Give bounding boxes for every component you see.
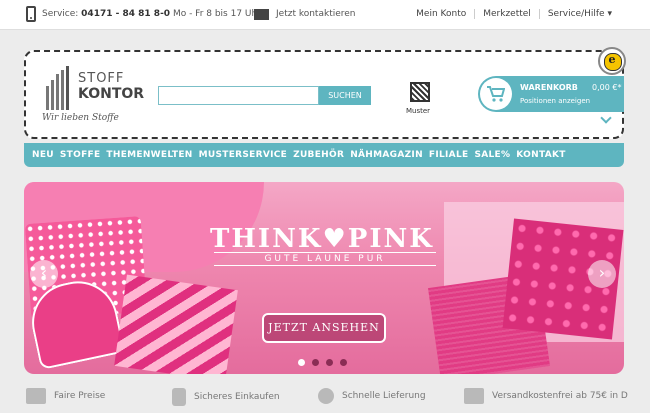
chevron-down-icon: ▾ <box>607 9 612 19</box>
wishlist-link[interactable]: Merkzettel <box>474 9 539 19</box>
banner-title-left: THINK <box>210 224 323 254</box>
service-hours: Mo - Fr 8 bis 17 Uhr <box>172 9 261 19</box>
slider-dot[interactable] <box>326 359 333 366</box>
banner-title: THINK♥PINK <box>210 224 434 254</box>
nav-item-neu[interactable]: NEU <box>32 150 54 160</box>
nav-item-themenwelten[interactable]: THEMENWELTEN <box>106 150 192 160</box>
trusted-shops-seal-icon[interactable]: e <box>598 47 626 75</box>
cart-icon <box>480 78 512 110</box>
service-help-menu[interactable]: Service/Hilfe ▾ <box>538 9 620 19</box>
shop-now-button[interactable]: JETZT ANSEHEN <box>262 313 386 343</box>
logo-icon[interactable] <box>46 66 76 110</box>
top-bar: Service: 04171 - 84 81 8-0 Mo - Fr 8 bis… <box>0 0 650 30</box>
nav-item-naehmagazin[interactable]: NÄHMAGAZIN <box>350 150 423 160</box>
service-help-label: Service/Hilfe <box>547 9 605 19</box>
search-button[interactable]: SUCHEN <box>319 86 371 105</box>
banner-subtitle: GUTE LAUNE PUR <box>214 252 436 266</box>
my-account-link[interactable]: Mein Konto <box>408 9 474 19</box>
muster-label[interactable]: Muster <box>406 107 430 115</box>
contact-link[interactable]: Jetzt kontaktieren <box>276 9 356 19</box>
service-info: Service: 04171 - 84 81 8-0 Mo - Fr 8 bis… <box>42 9 261 19</box>
stopwatch-icon <box>318 388 334 404</box>
nav-item-sale[interactable]: SALE% <box>474 150 510 160</box>
nav-item-filiale[interactable]: FILIALE <box>429 150 469 160</box>
usp-free-shipping: Versandkostenfrei ab 75€ in D <box>464 388 628 404</box>
seal-letter: e <box>608 53 616 66</box>
package-icon <box>464 388 484 404</box>
fabric-sample-icon[interactable] <box>410 82 430 102</box>
header: STOFF KONTOR Wir lieben Stoffe SUCHEN Mu… <box>24 47 626 139</box>
chevron-down-icon[interactable] <box>600 112 612 124</box>
slogan: Wir lieben Stoffe <box>42 113 119 123</box>
banner-title-right: PINK <box>347 224 434 254</box>
nav-item-musterservice[interactable]: MUSTERSERVICE <box>199 150 288 160</box>
phone-icon <box>26 6 36 22</box>
lock-icon <box>172 388 186 406</box>
cart-title: WARENKORB <box>520 83 578 92</box>
heart-icon: ♥ <box>322 224 348 254</box>
slider-dot[interactable] <box>312 359 319 366</box>
nav-item-zubehoer[interactable]: ZUBEHÖR <box>293 150 344 160</box>
usp-label: Versandkostenfrei ab 75€ in D <box>492 391 628 401</box>
search-input[interactable] <box>158 86 319 105</box>
usp-label: Schnelle Lieferung <box>342 391 426 401</box>
nav-item-stoffe[interactable]: STOFFE <box>60 150 101 160</box>
main-nav: NEU STOFFE THEMENWELTEN MUSTERSERVICE ZU… <box>24 143 624 167</box>
price-tag-icon <box>26 388 46 404</box>
usp-fast-delivery: Schnelle Lieferung <box>318 388 426 404</box>
cart-total: 0,00 €* <box>592 83 622 92</box>
service-prefix: Service: <box>42 9 79 19</box>
usp-bar: Faire Preise Sicheres Einkaufen Schnelle… <box>0 384 650 413</box>
usp-secure-shopping: Sicheres Einkaufen <box>172 388 280 406</box>
slider-dot[interactable] <box>340 359 347 366</box>
logo-text-top[interactable]: STOFF <box>78 71 124 86</box>
usp-label: Faire Preise <box>54 391 106 401</box>
slider-dot[interactable] <box>298 359 305 366</box>
usp-label: Sicheres Einkaufen <box>194 392 280 402</box>
logo-text-bottom[interactable]: KONTOR <box>78 86 144 102</box>
nav-item-kontakt[interactable]: KONTAKT <box>516 150 565 160</box>
mail-icon[interactable] <box>254 9 269 20</box>
fabric-stripes-image <box>114 274 238 374</box>
cart-button[interactable]: WARENKORB 0,00 €* Positionen anzeigen <box>478 76 624 112</box>
chevron-right-icon[interactable]: › <box>588 260 616 288</box>
service-phone[interactable]: 04171 - 84 81 8-0 <box>81 9 170 19</box>
hero-banner[interactable]: THINK♥PINK GUTE LAUNE PUR JETZT ANSEHEN … <box>24 182 624 374</box>
cart-show-items[interactable]: Positionen anzeigen <box>520 97 590 105</box>
usp-fair-prices: Faire Preise <box>26 388 105 404</box>
top-links: Mein Konto Merkzettel Service/Hilfe ▾ <box>408 9 620 19</box>
chevron-left-icon[interactable]: ‹ <box>30 260 58 288</box>
slider-dots <box>298 359 354 366</box>
